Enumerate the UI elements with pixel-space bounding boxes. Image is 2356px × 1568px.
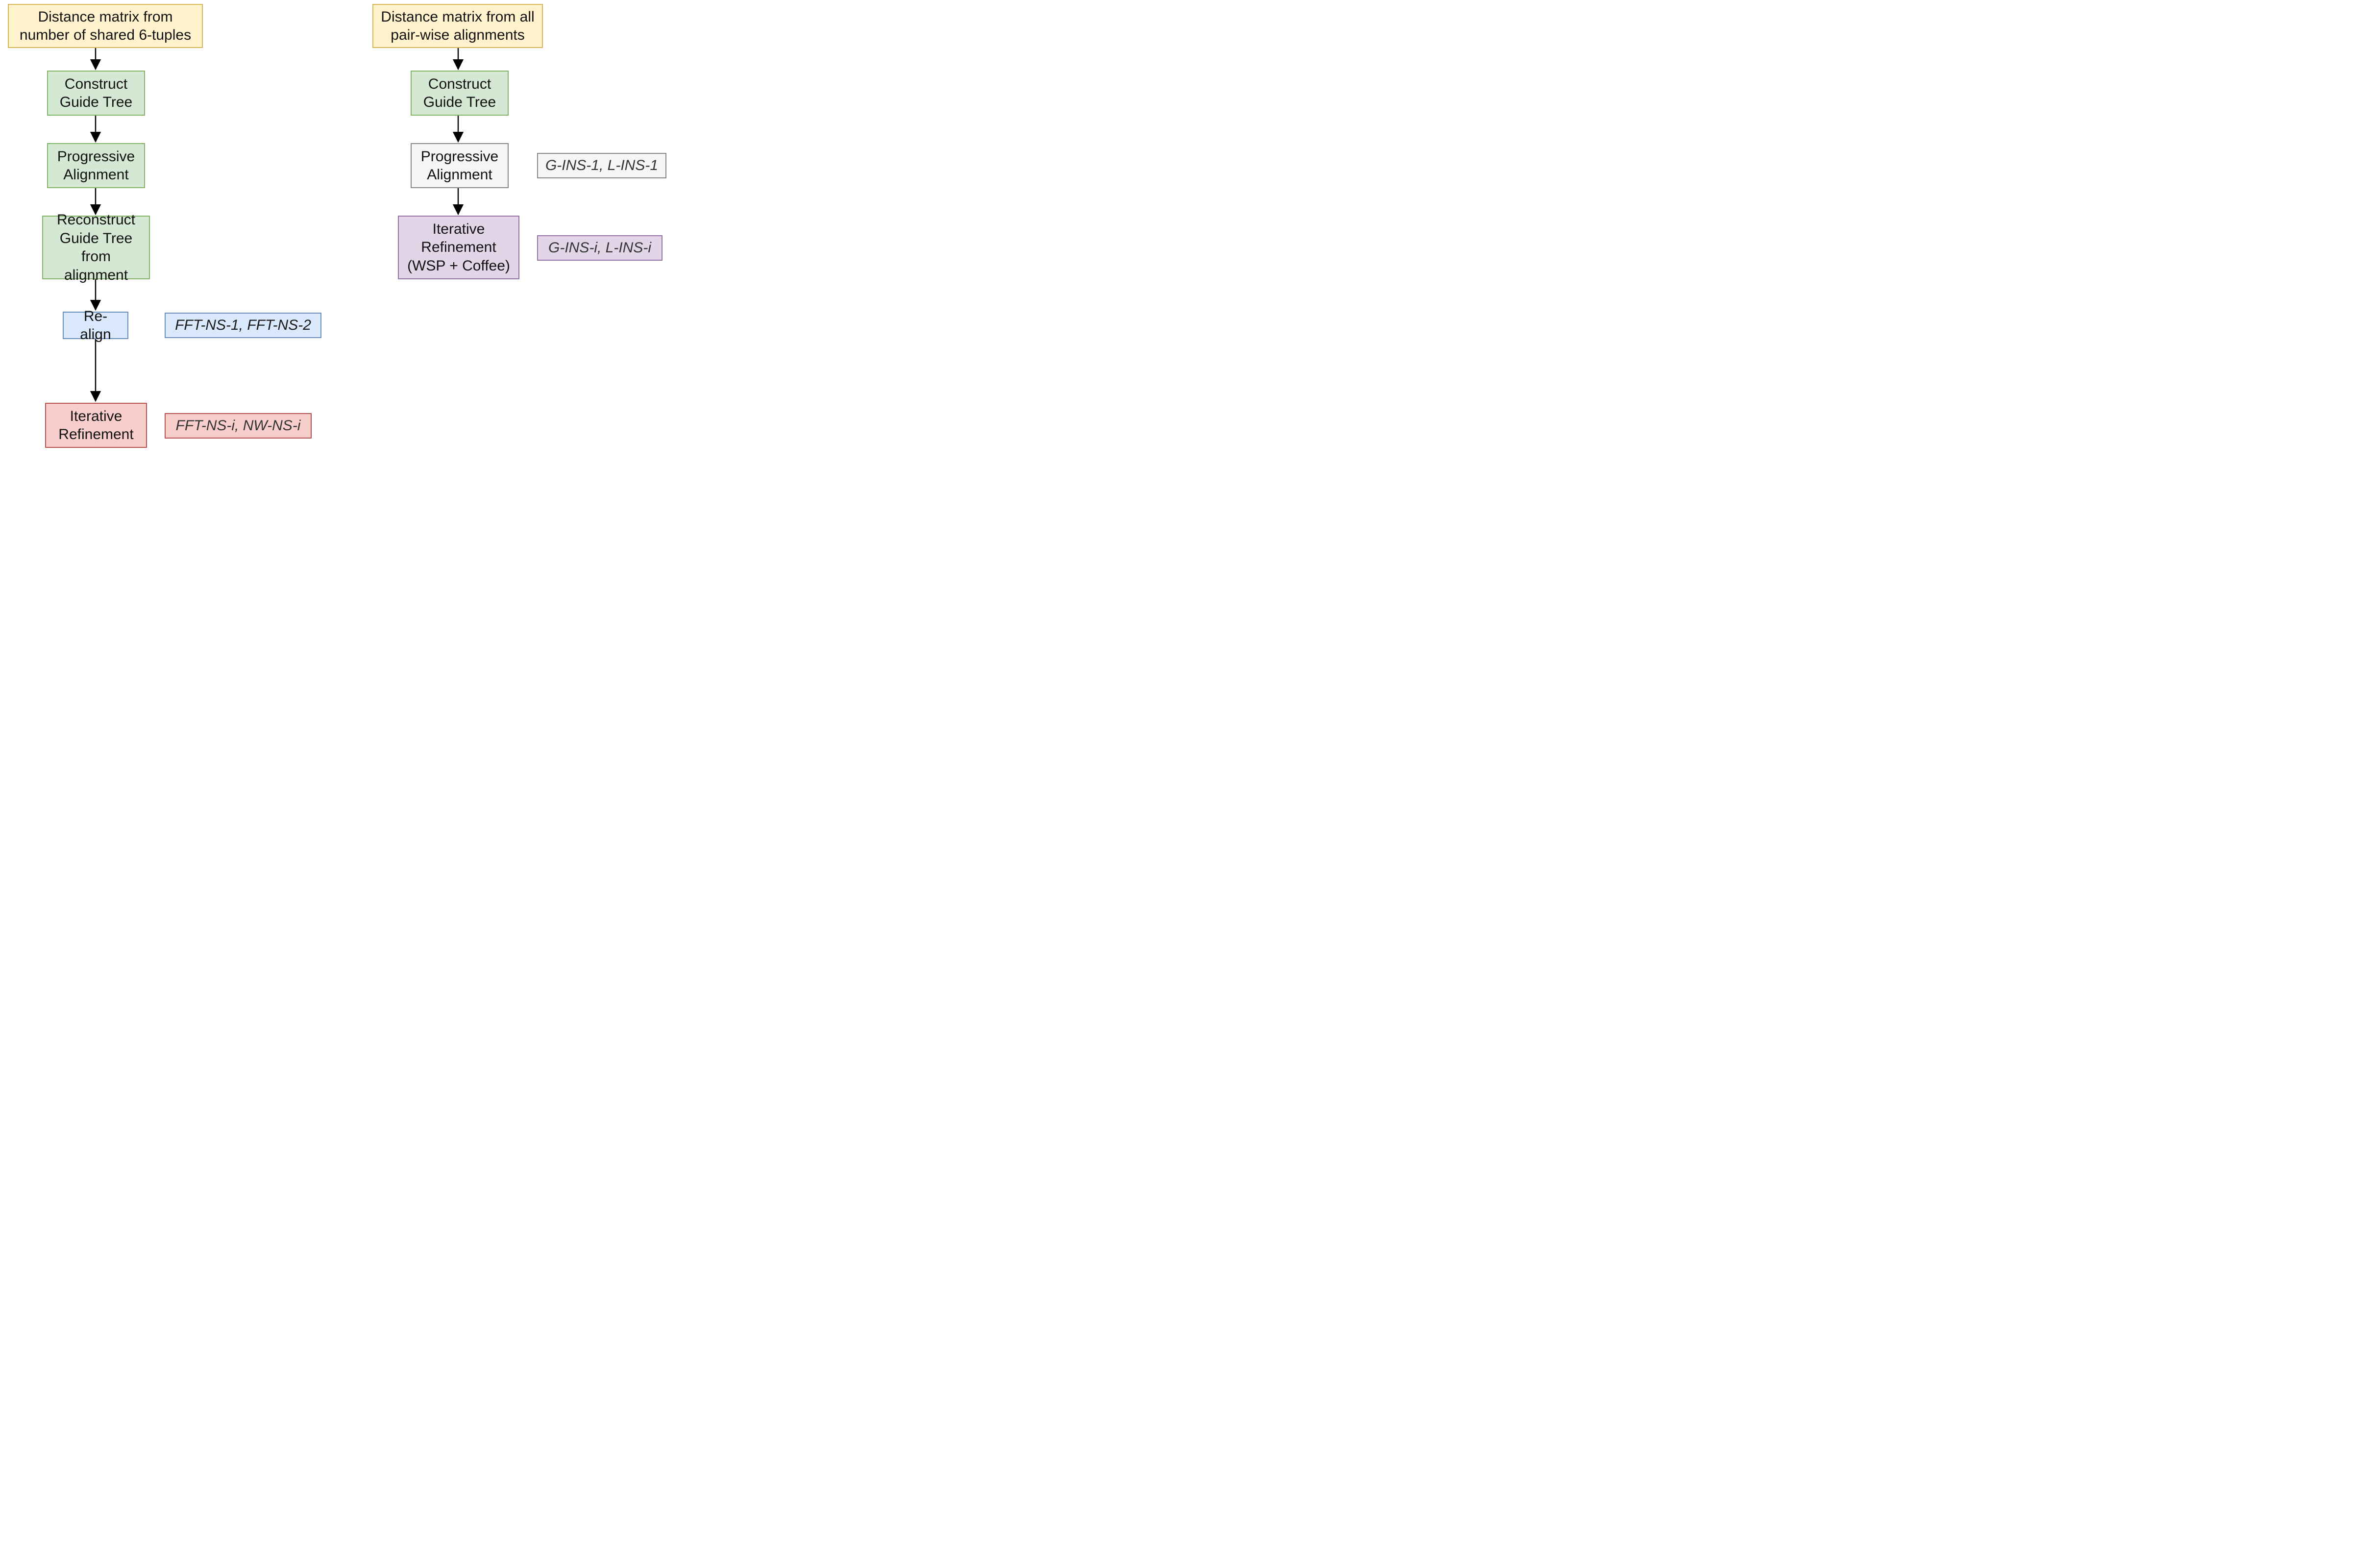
- right-node-distance-matrix-text: Distance matrix from all pair-wise align…: [378, 8, 537, 45]
- left-node-progressive-alignment-text: Progressive Alignment: [53, 147, 139, 184]
- left-label-fftns12-text: FFT-NS-1, FFT-NS-2: [175, 317, 311, 334]
- left-node-iterative-refinement-text: Iterative Refinement: [51, 407, 141, 444]
- left-node-iterative-refinement: Iterative Refinement: [45, 403, 147, 448]
- right-label-gins1: G-INS-1, L-INS-1: [537, 153, 666, 178]
- left-node-realign: Re-align: [63, 312, 128, 339]
- right-label-gins1-text: G-INS-1, L-INS-1: [545, 157, 658, 174]
- left-node-reconstruct-guide-tree: Reconstruct Guide Tree from alignment: [42, 216, 150, 279]
- left-node-progressive-alignment: Progressive Alignment: [47, 143, 145, 188]
- left-label-fftnsi: FFT-NS-i, NW-NS-i: [165, 413, 312, 439]
- left-node-distance-matrix: Distance matrix from number of shared 6-…: [8, 4, 203, 48]
- left-node-realign-text: Re-align: [69, 307, 123, 344]
- left-node-reconstruct-guide-tree-text: Reconstruct Guide Tree from alignment: [48, 211, 144, 284]
- left-node-distance-matrix-text: Distance matrix from number of shared 6-…: [14, 8, 197, 45]
- left-node-construct-guide-tree: Construct Guide Tree: [47, 71, 145, 116]
- right-node-progressive-alignment-text: Progressive Alignment: [417, 147, 503, 184]
- left-label-fftnsi-text: FFT-NS-i, NW-NS-i: [176, 417, 301, 434]
- right-node-iterative-refinement: Iterative Refinement (WSP + Coffee): [398, 216, 519, 279]
- right-label-ginsi: G-INS-i, L-INS-i: [537, 235, 663, 261]
- right-node-construct-guide-tree-text: Construct Guide Tree: [417, 75, 503, 112]
- left-node-construct-guide-tree-text: Construct Guide Tree: [53, 75, 139, 112]
- right-node-distance-matrix: Distance matrix from all pair-wise align…: [372, 4, 543, 48]
- right-node-iterative-refinement-text: Iterative Refinement (WSP + Coffee): [404, 220, 514, 275]
- right-node-progressive-alignment: Progressive Alignment: [411, 143, 509, 188]
- right-node-construct-guide-tree: Construct Guide Tree: [411, 71, 509, 116]
- right-label-ginsi-text: G-INS-i, L-INS-i: [548, 240, 651, 256]
- left-label-fftns12: FFT-NS-1, FFT-NS-2: [165, 313, 321, 338]
- flowchart-canvas: Distance matrix from number of shared 6-…: [0, 0, 745, 495]
